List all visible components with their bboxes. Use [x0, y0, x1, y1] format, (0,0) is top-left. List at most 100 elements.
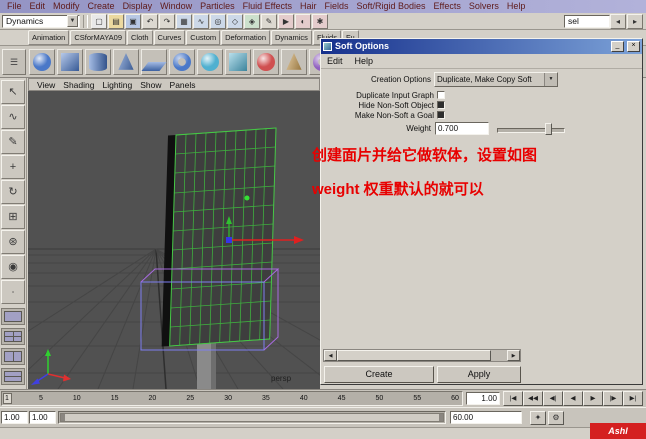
shelf-cylinder-icon[interactable]: [85, 48, 111, 75]
shelf-torus-icon[interactable]: [169, 48, 195, 75]
shelf-emitter-icon[interactable]: [281, 48, 307, 75]
shelf-sphere-icon[interactable]: [29, 48, 55, 75]
shelf-particles-icon[interactable]: [253, 48, 279, 75]
animation-start-field[interactable]: 1.00: [29, 411, 56, 424]
redo-icon[interactable]: ↷: [159, 13, 175, 29]
construction-history-icon[interactable]: ✎: [261, 13, 277, 29]
animation-preferences-icon[interactable]: ⚙: [548, 411, 564, 425]
shelf-tab[interactable]: Curves: [153, 30, 186, 45]
last-tool-icon[interactable]: ∙: [1, 280, 25, 304]
universal-manipulator-icon[interactable]: ⊛: [1, 230, 25, 254]
make-live-icon[interactable]: ◈: [244, 13, 260, 29]
play-forwards-button[interactable]: ▶: [583, 391, 603, 406]
snap-to-plane-icon[interactable]: ◇: [227, 13, 243, 29]
apply-button[interactable]: Apply: [437, 366, 521, 383]
shelf-tab[interactable]: Dynamics: [271, 30, 312, 45]
duplicate-input-graph-checkbox[interactable]: [437, 91, 445, 99]
snap-to-curve-icon[interactable]: ∿: [193, 13, 209, 29]
shelf-tab[interactable]: Animation: [28, 30, 70, 45]
menu-item[interactable]: Help: [503, 0, 530, 13]
dialog-menu-item[interactable]: Edit: [327, 56, 343, 66]
panel-menu-item[interactable]: Lighting: [98, 80, 136, 90]
collapse-right-icon[interactable]: ▸: [627, 13, 643, 29]
hide-non-soft-object-checkbox[interactable]: [437, 101, 445, 109]
menu-item[interactable]: Fields: [320, 0, 352, 13]
create-button[interactable]: Create: [324, 366, 434, 383]
shelf-tab[interactable]: CSforMAYA09: [70, 30, 127, 45]
move-tool-icon[interactable]: +: [1, 155, 25, 179]
viewport-canvas[interactable]: persp: [28, 91, 320, 389]
scroll-right-icon[interactable]: ▶: [507, 350, 520, 361]
four-pane-layout-button[interactable]: [1, 328, 25, 345]
creation-options-dropdown[interactable]: Duplicate, Make Copy Soft ▼: [434, 72, 558, 87]
menu-item[interactable]: Solvers: [465, 0, 503, 13]
scroll-left-icon[interactable]: ◀: [324, 350, 337, 361]
shelf-tab[interactable]: Custom: [186, 30, 221, 45]
slider-handle[interactable]: [545, 123, 552, 135]
time-track[interactable]: 1 5 10 15 20 25 30 35 40 45 50 55 60: [1, 391, 463, 406]
scrollbar-thumb[interactable]: [337, 350, 491, 361]
two-pane-side-layout-button[interactable]: [1, 348, 25, 365]
animation-end-field[interactable]: 60.00: [450, 411, 522, 424]
menu-item[interactable]: Edit: [26, 0, 50, 13]
horizontal-scrollbar[interactable]: ◀ ▶: [323, 349, 521, 362]
menu-item[interactable]: Create: [84, 0, 119, 13]
collapse-left-icon[interactable]: ◂: [610, 13, 626, 29]
panel-menu-item[interactable]: Show: [136, 80, 165, 90]
new-scene-icon[interactable]: ▢: [91, 13, 107, 29]
weight-slider[interactable]: [497, 123, 565, 135]
snap-to-grid-icon[interactable]: ▦: [176, 13, 192, 29]
step-forward-key-button[interactable]: |▶: [603, 391, 623, 406]
shelf-cone-icon[interactable]: [113, 48, 139, 75]
paint-select-tool-icon[interactable]: ✎: [1, 130, 25, 154]
undo-icon[interactable]: ↶: [142, 13, 158, 29]
menu-item[interactable]: Modify: [49, 0, 84, 13]
menu-item[interactable]: Particles: [196, 0, 239, 13]
auto-keyframe-icon[interactable]: ✦: [530, 411, 546, 425]
range-slider[interactable]: [58, 411, 446, 424]
menu-item[interactable]: Window: [156, 0, 196, 13]
select-tool-icon[interactable]: ↖: [1, 80, 25, 104]
perspective-viewport[interactable]: persp: [28, 91, 320, 389]
open-scene-icon[interactable]: ▤: [108, 13, 124, 29]
panel-menu-item[interactable]: View: [33, 80, 59, 90]
shelf-nurbs-cube-icon[interactable]: [225, 48, 251, 75]
menu-item[interactable]: Display: [119, 0, 157, 13]
menu-item[interactable]: Effects: [430, 0, 465, 13]
rotate-tool-icon[interactable]: ↻: [1, 180, 25, 204]
render-settings-icon[interactable]: ✱: [312, 13, 328, 29]
panel-menu-item[interactable]: Panels: [166, 80, 200, 90]
menu-item[interactable]: Hair: [296, 0, 321, 13]
ipr-render-icon[interactable]: ◐: [295, 13, 311, 29]
menu-item[interactable]: Soft/Rigid Bodies: [353, 0, 430, 13]
panel-menu-item[interactable]: Shading: [59, 80, 98, 90]
current-time-field[interactable]: 1.00: [466, 392, 500, 405]
dialog-titlebar[interactable]: Soft Options _ ×: [321, 39, 642, 54]
two-pane-stacked-layout-button[interactable]: [1, 368, 25, 385]
range-slider-thumb[interactable]: [60, 413, 444, 422]
step-back-key-button[interactable]: ◀|: [543, 391, 563, 406]
scale-tool-icon[interactable]: ⊞: [1, 205, 25, 229]
step-back-frame-button[interactable]: ◀◀: [523, 391, 543, 406]
select-by-name-field[interactable]: sel: [564, 14, 610, 28]
close-icon[interactable]: ×: [627, 41, 640, 52]
shelf-tab[interactable]: Deformation: [221, 30, 270, 45]
lasso-tool-icon[interactable]: ∿: [1, 105, 25, 129]
menu-item[interactable]: Fluid Effects: [239, 0, 296, 13]
dialog-menu-item[interactable]: Help: [355, 56, 374, 66]
go-to-start-button[interactable]: |◀: [503, 391, 523, 406]
weight-input[interactable]: 0.700: [435, 122, 489, 135]
play-backwards-button[interactable]: ◀: [563, 391, 583, 406]
scrollbar-track[interactable]: [491, 350, 507, 361]
menu-item[interactable]: File: [3, 0, 26, 13]
shelf-nurbs-sphere-icon[interactable]: [197, 48, 223, 75]
shelf-tab[interactable]: Cloth: [127, 30, 153, 45]
single-pane-layout-button[interactable]: [1, 308, 25, 325]
render-current-frame-icon[interactable]: ▶: [278, 13, 294, 29]
go-to-end-button[interactable]: ▶|: [623, 391, 643, 406]
shelf-menu-icon[interactable]: ☰: [2, 48, 26, 75]
playback-start-field[interactable]: 1.00: [1, 411, 28, 424]
save-scene-icon[interactable]: ▣: [125, 13, 141, 29]
menu-set-selector[interactable]: Dynamics ▼: [2, 14, 80, 28]
shelf-plane-icon[interactable]: [141, 48, 167, 75]
